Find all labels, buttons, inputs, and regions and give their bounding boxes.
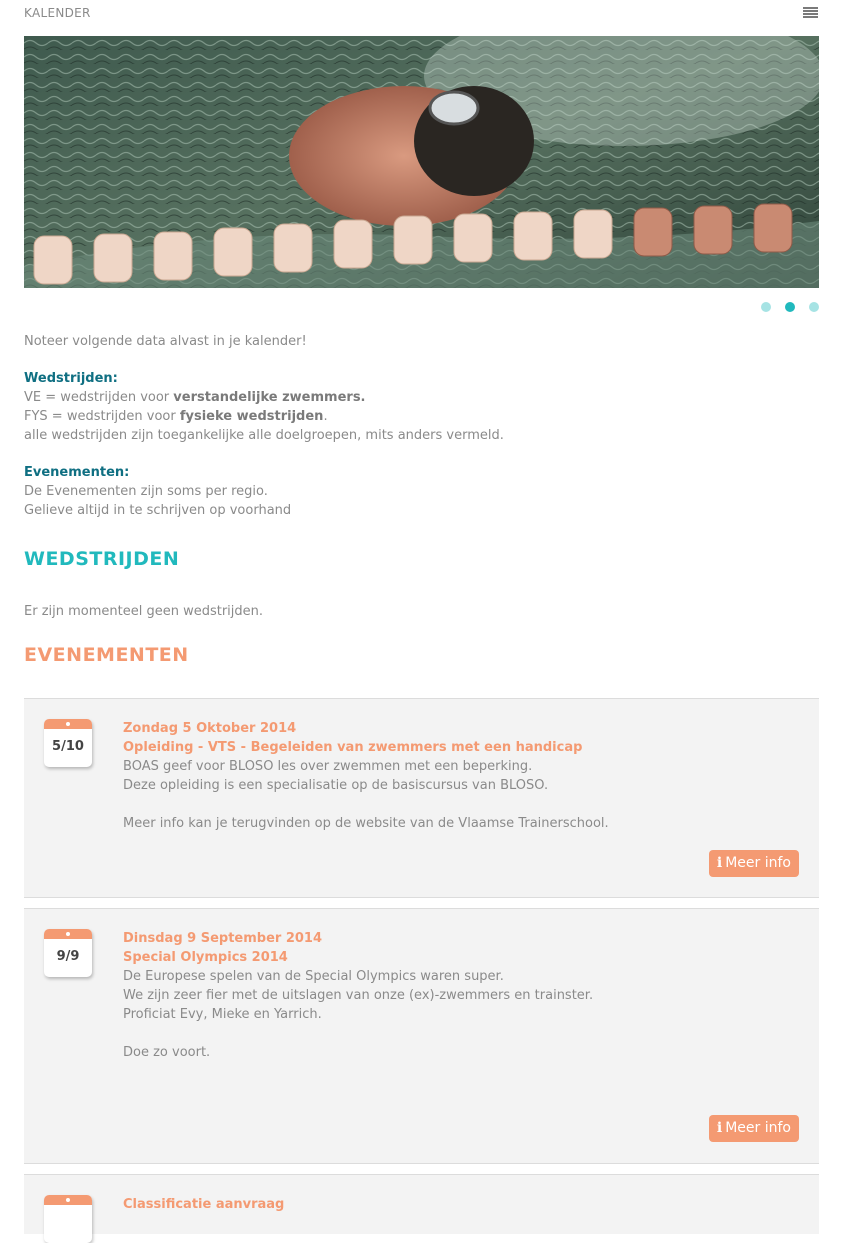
wedstrijden-empty: Er zijn momenteel geen wedstrijden. (24, 604, 264, 619)
fys-bold: fysieke wedstrijden (179, 409, 324, 424)
meer-info-button[interactable]: i Meer info (708, 1115, 799, 1142)
evenementen-subheading: Evenementen: (24, 465, 130, 480)
event-desc-line: Meer info kan je terugvinden op de websi… (123, 816, 609, 831)
event-date: Zondag 5 Oktober 2014 (123, 721, 297, 736)
calendar-icon: 5/10 (44, 719, 92, 767)
event-title[interactable]: Special Olympics 2014 (123, 948, 799, 967)
event-card: 9/9 Dinsdag 9 September 2014 Special Oly… (24, 908, 819, 1164)
event-description: BOAS geef voor BLOSO les over zwemmen me… (123, 757, 799, 833)
calendar-date: 5/10 (52, 739, 84, 754)
event-date: Dinsdag 9 September 2014 (123, 931, 323, 946)
wedstrijden-subheading: Wedstrijden: (24, 371, 118, 386)
event-desc-line: We zijn zeer fier met de uitslagen van o… (123, 988, 594, 1003)
meer-info-label: Meer info (725, 1120, 791, 1136)
ev-line-1: De Evenementen zijn soms per regio. (24, 484, 268, 499)
evenementen-heading: EVENEMENTEN (24, 644, 189, 666)
ev-line-2: Gelieve altijd in te schrijven op voorha… (24, 503, 292, 518)
event-card: Classificatie aanvraag (24, 1174, 819, 1243)
fys-suffix: . (323, 409, 328, 424)
fys-line: FYS = wedstrijden voor fysieke wedstrijd… (24, 407, 814, 426)
info-icon: i (716, 855, 723, 871)
ve-prefix: VE = wedstrijden voor (24, 390, 174, 405)
calendar-icon: 9/9 (44, 929, 92, 977)
hero-image-swimmer (24, 36, 819, 288)
event-desc-line: Deze opleiding is een specialisatie op d… (123, 778, 549, 793)
intro-text: Noteer volgende data alvast in je kalend… (24, 332, 814, 520)
ve-line: VE = wedstrijden voor verstandelijke zwe… (24, 388, 814, 407)
slider-dot-2[interactable] (785, 302, 795, 312)
slider-pagination (761, 302, 819, 312)
event-desc-line: Proficiat Evy, Mieke en Yarrich. (123, 1007, 322, 1022)
calendar-date: 9/9 (56, 949, 80, 964)
meer-info-button[interactable]: i Meer info (708, 850, 799, 877)
slider-dot-3[interactable] (809, 302, 819, 312)
fys-prefix: FYS = wedstrijden voor (24, 409, 180, 424)
list-icon[interactable] (803, 7, 818, 18)
event-title[interactable]: Opleiding - VTS - Begeleiden van zwemmer… (123, 738, 799, 757)
event-desc-line: BOAS geef voor BLOSO les over zwemmen me… (123, 759, 533, 774)
top-bar: KALENDER (24, 4, 818, 22)
event-card: 5/10 Zondag 5 Oktober 2014 Opleiding - V… (24, 698, 819, 898)
page-title: KALENDER (24, 6, 91, 20)
event-description: De Europese spelen van de Special Olympi… (123, 967, 799, 1062)
info-icon: i (716, 1120, 723, 1136)
event-desc-line: Doe zo voort. (123, 1045, 211, 1060)
all-line: alle wedstrijden zijn toegankelijke alle… (24, 428, 504, 443)
intro-line: Noteer volgende data alvast in je kalend… (24, 334, 307, 349)
calendar-icon (44, 1195, 92, 1243)
event-title[interactable]: Classificatie aanvraag (123, 1195, 799, 1214)
event-desc-line: De Europese spelen van de Special Olympi… (123, 969, 504, 984)
ve-bold: verstandelijke zwemmers. (173, 390, 366, 405)
wedstrijden-heading: WEDSTRIJDEN (24, 548, 180, 570)
meer-info-label: Meer info (725, 855, 791, 871)
slider-dot-1[interactable] (761, 302, 771, 312)
